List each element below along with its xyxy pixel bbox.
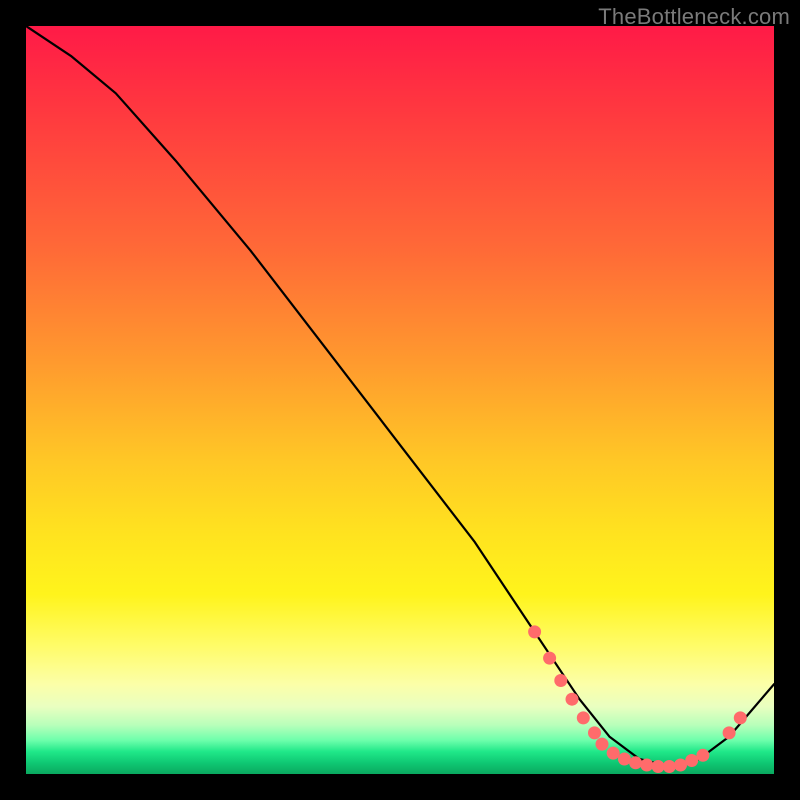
data-point-marker [543, 652, 556, 665]
data-point-marker [652, 760, 665, 773]
data-point-marker [696, 749, 709, 762]
chart-stage: TheBottleneck.com [0, 0, 800, 800]
data-point-marker [566, 693, 579, 706]
curve-markers [528, 625, 747, 773]
data-point-marker [588, 726, 601, 739]
data-point-marker [674, 759, 687, 772]
data-point-marker [723, 726, 736, 739]
data-point-marker [528, 625, 541, 638]
data-point-marker [685, 754, 698, 767]
data-point-marker [734, 711, 747, 724]
chart-svg [26, 26, 774, 774]
data-point-marker [607, 747, 620, 760]
bottleneck-curve [26, 26, 774, 767]
data-point-marker [629, 756, 642, 769]
data-point-marker [640, 759, 653, 772]
data-point-marker [663, 760, 676, 773]
data-point-marker [577, 711, 590, 724]
data-point-marker [554, 674, 567, 687]
chart-plot-area [26, 26, 774, 774]
data-point-marker [596, 738, 609, 751]
watermark-text: TheBottleneck.com [598, 4, 790, 30]
data-point-marker [618, 753, 631, 766]
